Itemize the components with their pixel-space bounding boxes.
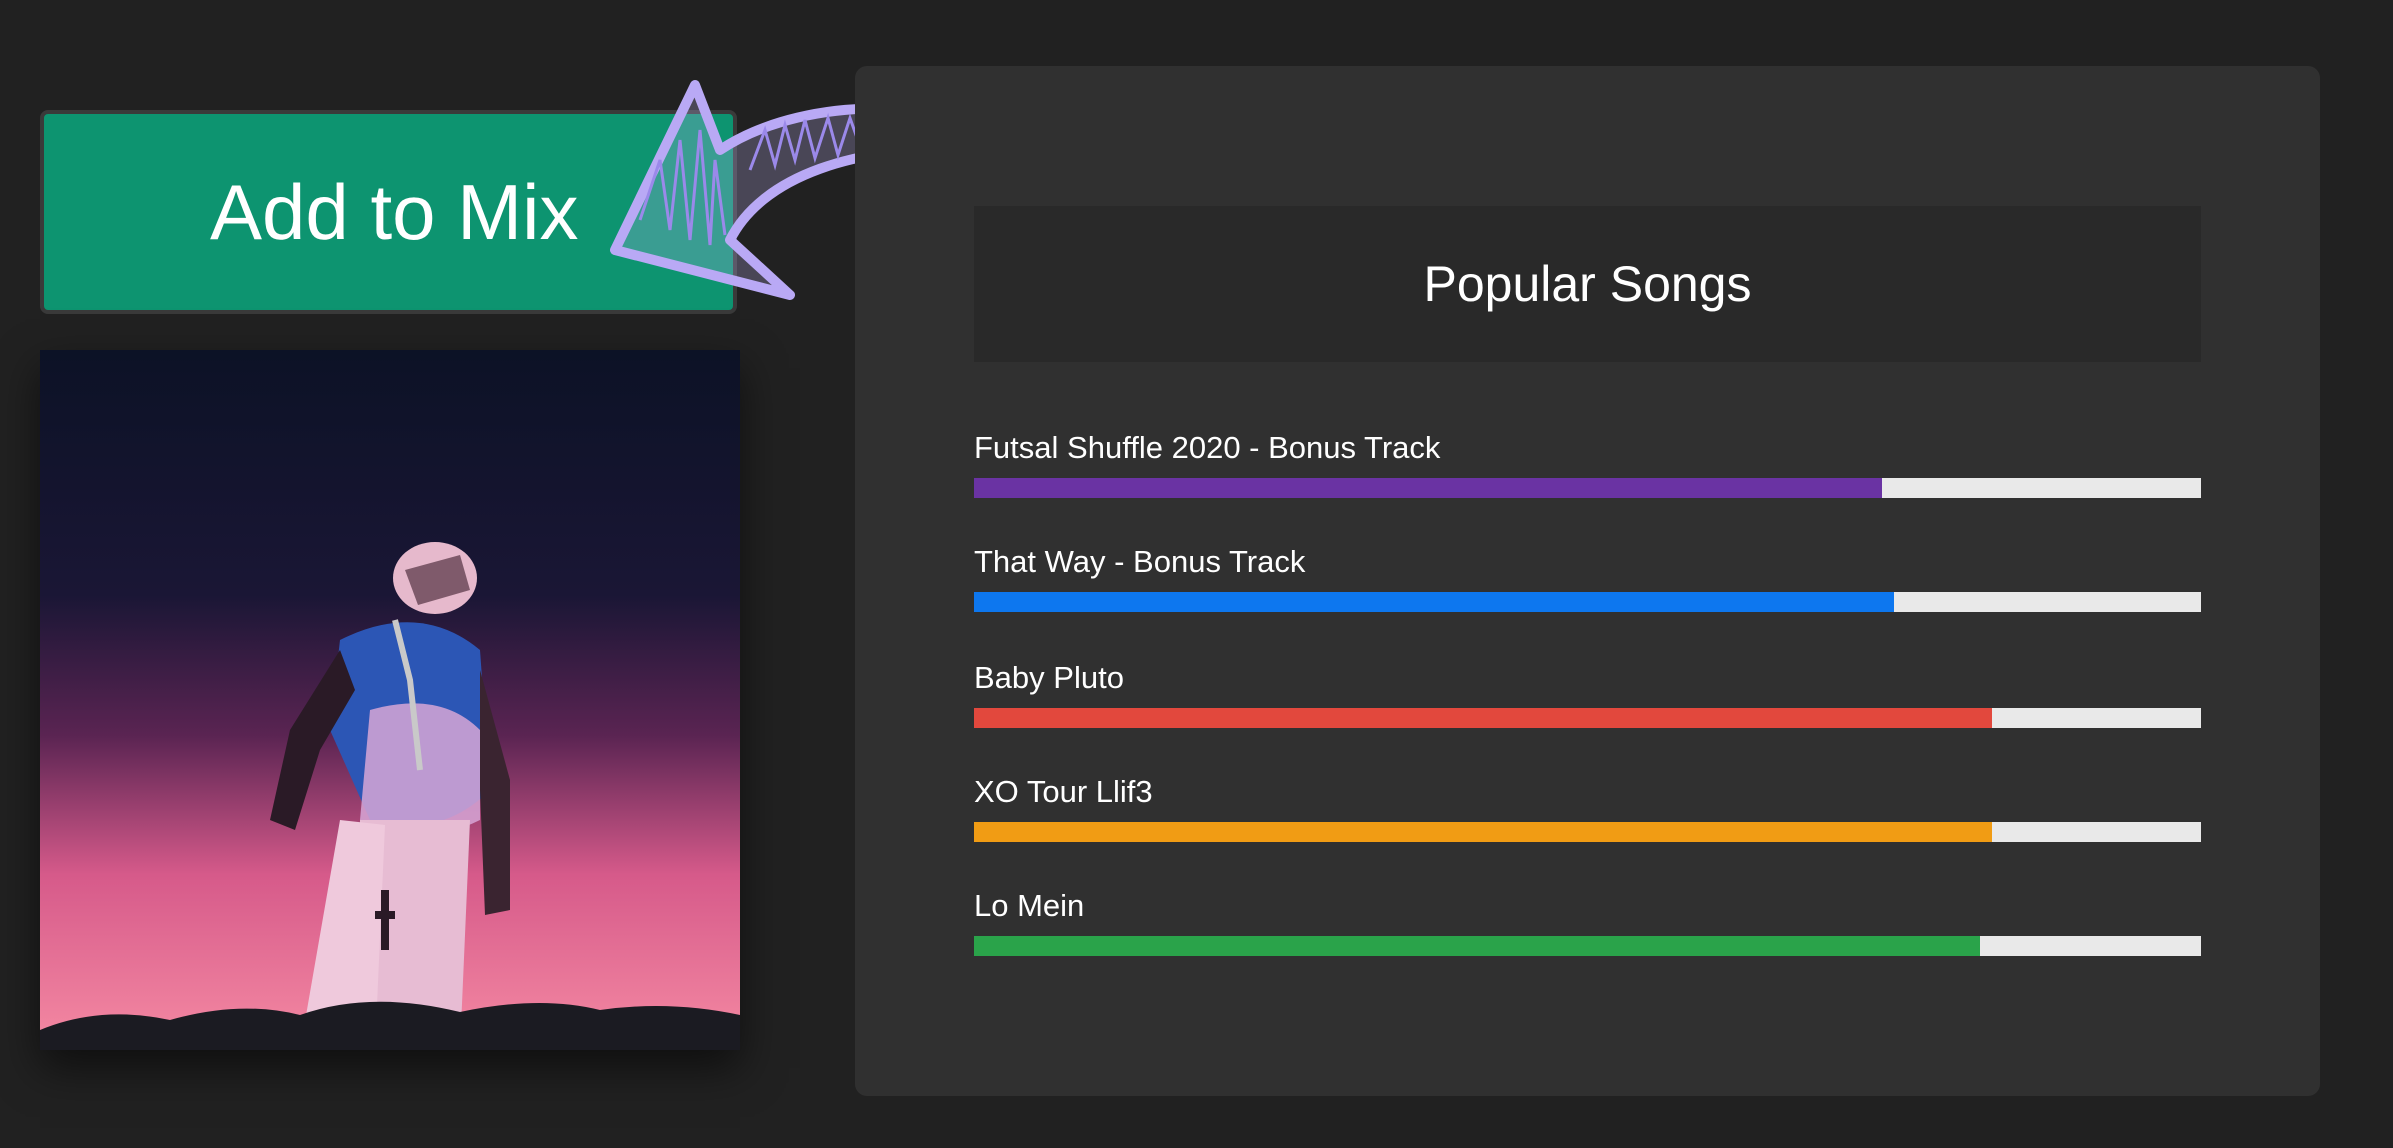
popularity-bar (974, 592, 2201, 612)
song-title: That Way - Bonus Track (974, 544, 1306, 579)
popularity-fill (974, 708, 1993, 728)
popularity-bar (974, 936, 2201, 956)
song-title: Futsal Shuffle 2020 - Bonus Track (974, 430, 1441, 465)
popularity-fill (974, 936, 1981, 956)
song-row[interactable]: Baby Pluto (974, 660, 2201, 728)
panel-title: Popular Songs (974, 206, 2201, 362)
song-row[interactable]: Lo Mein (974, 888, 2201, 956)
popularity-bar (974, 478, 2201, 498)
song-row[interactable]: That Way - Bonus Track (974, 544, 2201, 612)
song-title: Baby Pluto (974, 660, 1124, 695)
song-title: Lo Mein (974, 888, 1085, 923)
song-row[interactable]: Futsal Shuffle 2020 - Bonus Track (974, 430, 2201, 498)
popularity-bar (974, 708, 2201, 728)
popularity-fill (974, 822, 1993, 842)
album-cover-image (40, 350, 740, 1050)
song-row[interactable]: XO Tour Llif3 (974, 774, 2201, 842)
popular-songs-panel: Popular Songs Futsal Shuffle 2020 - Bonu… (855, 66, 2320, 1096)
popularity-fill (974, 592, 1895, 612)
popularity-fill (974, 478, 1882, 498)
popularity-bar (974, 822, 2201, 842)
song-title: XO Tour Llif3 (974, 774, 1153, 809)
